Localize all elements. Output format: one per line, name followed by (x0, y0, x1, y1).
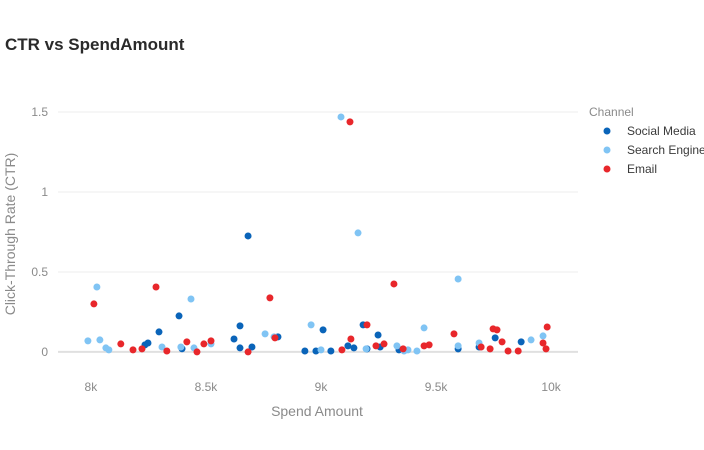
data-point-email[interactable] (193, 348, 201, 356)
data-point-search-engine[interactable] (317, 346, 325, 354)
x-tick-label: 10k (541, 380, 561, 394)
data-point-social-media[interactable] (175, 312, 183, 320)
data-point-social-media[interactable] (244, 232, 252, 240)
data-point-email[interactable] (498, 338, 506, 346)
data-point-email[interactable] (200, 340, 208, 348)
data-point-search-engine[interactable] (527, 336, 535, 344)
data-point-email[interactable] (539, 339, 547, 347)
data-point-search-engine[interactable] (393, 342, 401, 350)
data-point-email[interactable] (542, 345, 550, 353)
data-point-email[interactable] (338, 346, 346, 354)
data-point-email[interactable] (183, 338, 191, 346)
data-point-search-engine[interactable] (187, 295, 195, 303)
data-point-social-media[interactable] (344, 342, 352, 350)
data-point-email[interactable] (207, 337, 215, 345)
legend-marker-search-engine (603, 146, 611, 154)
x-tick-label: 9k (315, 380, 329, 394)
data-point-search-engine[interactable] (454, 342, 462, 350)
data-point-email[interactable] (493, 326, 501, 334)
data-point-email[interactable] (514, 347, 522, 355)
chart-background (0, 0, 704, 450)
y-tick-label: 1.5 (31, 105, 48, 119)
data-point-email[interactable] (117, 340, 125, 348)
data-point-social-media[interactable] (155, 328, 163, 336)
data-point-social-media[interactable] (236, 322, 244, 330)
data-point-email[interactable] (138, 345, 146, 353)
data-point-email[interactable] (163, 347, 171, 355)
data-point-search-engine[interactable] (96, 336, 104, 344)
data-point-search-engine[interactable] (84, 337, 92, 345)
data-point-search-engine[interactable] (413, 347, 421, 355)
data-point-search-engine[interactable] (420, 324, 428, 332)
data-point-email[interactable] (347, 335, 355, 343)
x-tick-label: 8k (85, 380, 99, 394)
data-point-search-engine[interactable] (362, 345, 370, 353)
data-point-search-engine[interactable] (307, 321, 315, 329)
x-tick-label: 9.5k (425, 380, 449, 394)
y-tick-label: 0 (41, 345, 48, 359)
data-point-email[interactable] (372, 342, 380, 350)
y-axis-label: Click-Through Rate (CTR) (2, 153, 18, 316)
data-point-email[interactable] (543, 323, 551, 331)
data-point-social-media[interactable] (374, 331, 382, 339)
data-point-email[interactable] (504, 347, 512, 355)
data-point-email[interactable] (450, 330, 458, 338)
data-point-email[interactable] (152, 283, 160, 291)
data-point-search-engine[interactable] (354, 229, 362, 237)
data-point-search-engine[interactable] (454, 275, 462, 283)
data-point-email[interactable] (390, 280, 398, 288)
data-point-social-media[interactable] (301, 347, 309, 355)
data-point-email[interactable] (346, 118, 354, 126)
data-point-search-engine[interactable] (93, 283, 101, 291)
legend-label-social-media: Social Media (627, 124, 696, 138)
legend-marker-social-media (603, 127, 611, 135)
data-point-search-engine[interactable] (105, 346, 113, 354)
data-point-email[interactable] (425, 341, 433, 349)
data-point-email[interactable] (399, 345, 407, 353)
data-point-search-engine[interactable] (539, 332, 547, 340)
data-point-email[interactable] (90, 300, 98, 308)
data-point-social-media[interactable] (491, 334, 499, 342)
data-point-email[interactable] (486, 345, 494, 353)
scatter-chart: CTR vs SpendAmount 0 0.5 1 1.5 8k 8.5k 9k 9.5k… (0, 0, 704, 450)
data-point-search-engine[interactable] (337, 113, 345, 121)
data-point-social-media[interactable] (517, 338, 525, 346)
data-point-social-media[interactable] (144, 339, 152, 347)
data-point-social-media[interactable] (230, 335, 238, 343)
data-point-email[interactable] (244, 348, 252, 356)
y-tick-label: 1 (41, 185, 48, 199)
data-point-email[interactable] (266, 294, 274, 302)
data-point-email[interactable] (380, 340, 388, 348)
data-point-social-media[interactable] (350, 344, 358, 352)
data-point-email[interactable] (271, 334, 279, 342)
data-point-email[interactable] (477, 343, 485, 351)
x-tick-label: 8.5k (195, 380, 219, 394)
legend-label-search-engine: Search Engine (627, 143, 704, 157)
legend-marker-email (603, 165, 611, 173)
legend-title: Channel (589, 105, 634, 119)
data-point-search-engine[interactable] (261, 330, 269, 338)
data-point-social-media[interactable] (319, 326, 327, 334)
data-point-email[interactable] (363, 321, 371, 329)
data-point-search-engine[interactable] (177, 343, 185, 351)
legend-label-email: Email (627, 162, 657, 176)
data-point-social-media[interactable] (236, 344, 244, 352)
data-point-social-media[interactable] (327, 347, 335, 355)
chart-title: CTR vs SpendAmount (5, 35, 185, 54)
y-tick-label: 0.5 (31, 265, 48, 279)
x-axis-label: Spend Amount (271, 403, 363, 419)
data-point-email[interactable] (129, 346, 137, 354)
